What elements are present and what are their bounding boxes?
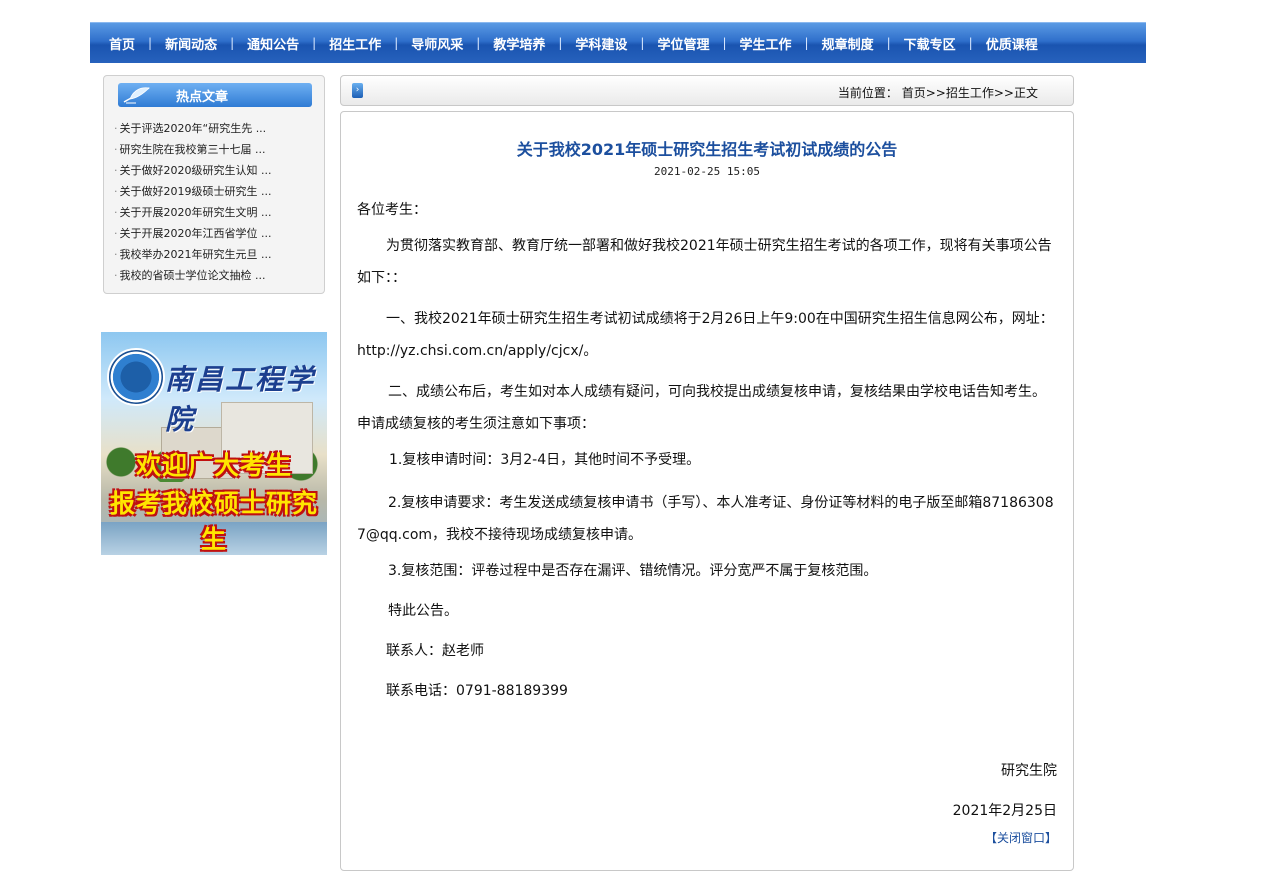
hot-article-item[interactable]: · 关于评选2020年“研究生先 ... [114, 122, 271, 143]
hot-article-link[interactable]: 关于做好2020级研究生认知 ... [120, 164, 272, 177]
article-paragraph: 为贯彻落实教育部、教育厅统一部署和做好我校2021年硕士研究生招生考试的各项工作… [357, 238, 1052, 286]
hot-article-item[interactable]: · 我校举办2021年研究生元旦 ... [114, 248, 271, 269]
contact-person: 联系人：赵老师 [386, 643, 484, 659]
banner-slogan-line1: 欢迎广大考生 [135, 451, 292, 480]
nav-item[interactable]: 招生工作 [317, 34, 393, 53]
nav-item[interactable]: 学科建设 [563, 34, 639, 53]
hot-article-item[interactable]: · 关于开展2020年江西省学位 ... [114, 227, 271, 248]
hot-articles-header: 热点文章 [118, 83, 312, 107]
nav-item[interactable]: 导师风采 [399, 34, 475, 53]
article-paragraph: 二、成绩公布后，考生如对本人成绩有疑问，可向我校提出成绩复核申请，复核结果由学校… [357, 384, 1046, 432]
recruitment-banner[interactable]: 南昌工程学院 欢迎广大考生 报考我校硕士研究生 [101, 332, 327, 555]
bullet-icon: · [114, 248, 118, 261]
breadcrumb-current: 正文 [1013, 86, 1038, 100]
bullet-icon: · [114, 164, 118, 177]
hot-article-item[interactable]: · 关于开展2020年研究生文明 ... [114, 206, 271, 227]
breadcrumb-label: 当前位置： [837, 86, 898, 100]
banner-slogan-line2: 报考我校硕士研究生 [109, 489, 318, 554]
nav-item[interactable]: 通知公告 [235, 34, 311, 53]
nav-item[interactable]: 规章制度 [810, 34, 886, 53]
hot-article-item[interactable]: · 我校的省硕士学位论文抽检 ... [114, 269, 271, 290]
breadcrumb-section-link[interactable]: 招生工作 [946, 86, 994, 100]
bullet-icon: · [114, 206, 118, 219]
article-signature: 研究生院 [1001, 763, 1057, 779]
article-paragraph: 2.复核申请要求：考生发送成绩复核申请书（手写）、本人准考证、身份证等材料的电子… [357, 495, 1054, 543]
nav-item[interactable]: 学位管理 [645, 34, 721, 53]
hot-article-item[interactable]: · 关于做好2019级硕士研究生 ... [114, 185, 271, 206]
article-paragraph: 一、我校2021年硕士研究生招生考试初试成绩将于2月26日上午9:00在中国研究… [357, 311, 1054, 359]
feather-icon [123, 87, 150, 104]
breadcrumb-separator: >> [993, 86, 1014, 100]
hot-article-link[interactable]: 关于评选2020年“研究生先 ... [120, 122, 267, 135]
bullet-icon: · [114, 227, 118, 240]
article-body: 各位考生： 为贯彻落实教育部、教育厅统一部署和做好我校2021年硕士研究生招生考… [357, 198, 1057, 847]
close-window-wrap: 【关闭窗口】 [357, 829, 1057, 847]
article-sign-date: 2021年2月25日 [952, 803, 1057, 819]
hot-article-item[interactable]: · 关于做好2020级研究生认知 ... [114, 164, 271, 185]
nav-item[interactable]: 教学培养 [481, 34, 557, 53]
article-paragraph: 1.复核申请时间：3月2-4日，其他时间不予受理。 [389, 452, 701, 468]
article-paragraph: 3.复核范围：评卷过程中是否存在漏评、错统情况。评分宽严不属于复核范围。 [388, 563, 878, 579]
bullet-icon: · [114, 269, 118, 282]
breadcrumb-bar: › 当前位置： 首页>>招生工作>>正文 [340, 75, 1074, 106]
article-greeting: 各位考生： [357, 202, 427, 218]
contact-phone: 联系电话：0791-88189399 [386, 683, 568, 699]
bullet-icon: · [114, 122, 118, 135]
hot-articles-panel: 热点文章 · 关于评选2020年“研究生先 ... · 研究生院在我校第三十七届 ..… [103, 75, 325, 294]
breadcrumb-separator: >> [925, 86, 946, 100]
article-title: 关于我校2021年硕士研究生招生考试初试成绩的公告 [516, 140, 898, 159]
hot-article-link[interactable]: 研究生院在我校第三十七届 ... [120, 143, 266, 156]
nav-item[interactable]: 下载专区 [892, 34, 968, 53]
hot-article-link[interactable]: 我校的省硕士学位论文抽检 ... [120, 269, 266, 282]
main-nav: 首页 | 新闻动态 | 通知公告 | 招生工作 | 导师风采 | 教学培养 | 学科建设 | 学位管理 | 学生… [90, 22, 1146, 63]
nav-item[interactable]: 新闻动态 [153, 34, 229, 53]
close-window-link[interactable]: 【关闭窗口】 [985, 831, 1057, 845]
hot-article-link[interactable]: 我校举办2021年研究生元旦 ... [120, 248, 272, 261]
breadcrumb: 当前位置： 首页>>招生工作>>正文 [838, 84, 1038, 101]
nav-item[interactable]: 学生工作 [728, 34, 804, 53]
bullet-icon: · [114, 143, 118, 156]
hot-article-link[interactable]: 关于做好2019级硕士研究生 ... [120, 185, 272, 198]
hot-articles-list: · 关于评选2020年“研究生先 ... · 研究生院在我校第三十七届 ... · 关于做… [114, 122, 271, 290]
article-panel: 关于我校2021年硕士研究生招生考试初试成绩的公告 2021-02-25 15:… [340, 111, 1074, 871]
bullet-icon: · [114, 185, 118, 198]
banner-school-name: 南昌工程学院 [165, 363, 316, 436]
article-date: 2021-02-25 15:05 [654, 165, 760, 178]
arrow-right-icon: › [352, 83, 363, 98]
hot-articles-title: 热点文章 [176, 90, 229, 105]
hot-article-link[interactable]: 关于开展2020年研究生文明 ... [120, 206, 272, 219]
school-logo-icon [107, 348, 165, 406]
hot-article-link[interactable]: 关于开展2020年江西省学位 ... [120, 227, 272, 240]
nav-item[interactable]: 优质课程 [974, 34, 1050, 53]
article-paragraph: 特此公告。 [388, 603, 458, 619]
breadcrumb-home-link[interactable]: 首页 [902, 86, 926, 100]
hot-article-item[interactable]: · 研究生院在我校第三十七届 ... [114, 143, 271, 164]
nav-item[interactable]: 首页 [97, 34, 147, 53]
